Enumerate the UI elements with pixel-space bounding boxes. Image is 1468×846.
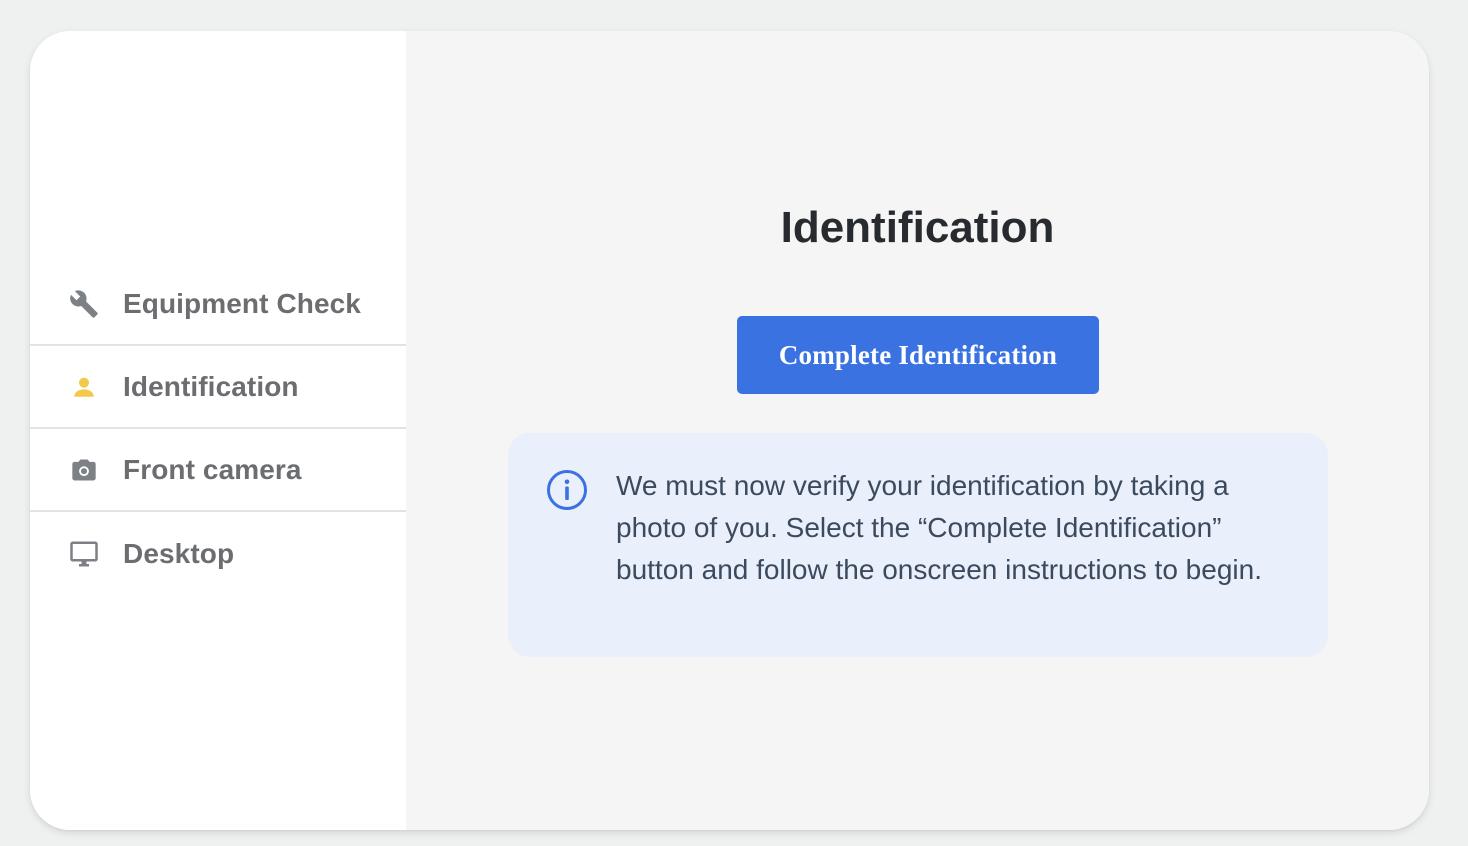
main-panel: Identification Complete Identification W… [406,31,1429,830]
sidebar-item-label: Equipment Check [123,287,361,319]
monitor-icon [68,538,100,570]
complete-identification-button[interactable]: Complete Identification [737,316,1099,394]
sidebar-item-desktop[interactable]: Desktop [30,512,406,595]
info-callout: We must now verify your identification b… [508,433,1328,657]
sidebar-item-identification[interactable]: Identification [30,346,406,429]
wrench-icon [68,288,100,320]
user-icon [68,371,100,403]
sidebar-item-label: Front camera [123,453,302,485]
info-message: We must now verify your identification b… [616,470,1262,585]
page-title: Identification [780,203,1055,252]
identification-card: Equipment Check Identification Front cam… [30,31,1429,830]
info-icon [547,470,587,510]
sidebar-item-front-camera[interactable]: Front camera [30,429,406,512]
sidebar-item-equipment-check[interactable]: Equipment Check [30,263,406,346]
sidebar-item-label: Identification [123,370,299,402]
sidebar-item-label: Desktop [123,537,235,569]
sidebar: Equipment Check Identification Front cam… [30,31,406,830]
camera-icon [68,454,100,486]
